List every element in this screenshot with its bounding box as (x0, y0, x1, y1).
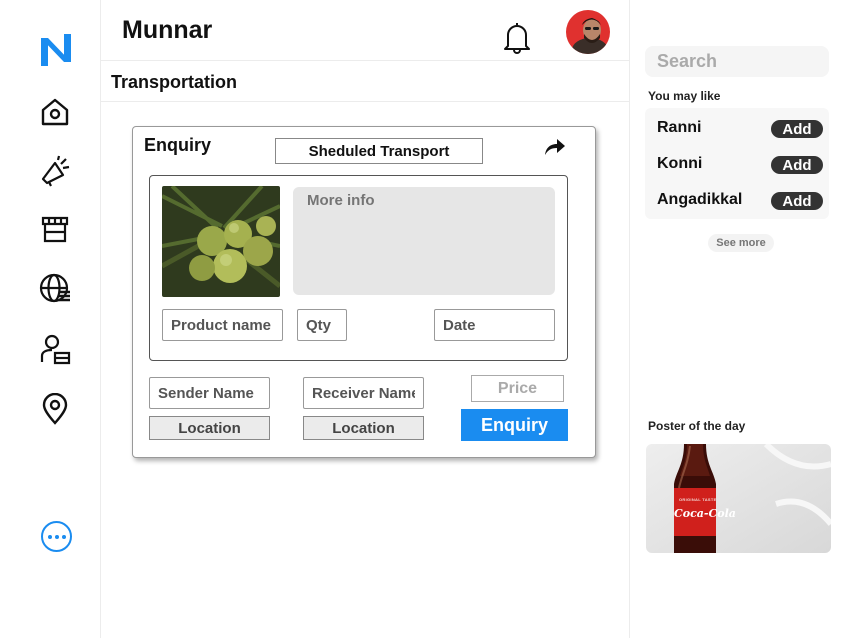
globe-icon[interactable] (38, 271, 72, 305)
suggestion-name[interactable]: Angadikkal (657, 191, 742, 209)
megaphone-icon[interactable] (38, 154, 72, 188)
page-title: Munnar (122, 16, 213, 44)
header: Munnar (101, 0, 630, 61)
enquiry-submit-button[interactable]: Enquiry (461, 409, 568, 441)
sender-name-input[interactable] (149, 377, 270, 409)
suggestions-list: Ranni Add Konni Add Angadikkal Add (645, 108, 829, 219)
scheduled-transport-button[interactable]: Sheduled Transport (275, 138, 483, 164)
sidebar (0, 0, 101, 638)
enquiry-card: Enquiry Sheduled Transport More info Pro… (132, 126, 596, 458)
poster-image[interactable]: ORIGINAL TASTE Coca-Cola (646, 444, 831, 553)
poster-of-the-day-label: Poster of the day (648, 419, 746, 433)
list-item: Ranni Add (657, 119, 823, 139)
home-icon[interactable] (38, 95, 72, 129)
app-logo-icon[interactable] (38, 32, 74, 73)
see-more-button[interactable]: See more (708, 234, 774, 252)
list-item: Konni Add (657, 155, 823, 175)
suggestion-name[interactable]: Konni (657, 155, 702, 173)
you-may-like-label: You may like (648, 89, 721, 103)
right-panel: You may like Ranni Add Konni Add Angadik… (631, 0, 852, 638)
store-icon[interactable] (38, 212, 72, 246)
location-pin-icon[interactable] (38, 392, 72, 426)
main-content: Munnar Transportation Enquiry Sheduled T… (101, 0, 630, 638)
suggestion-name[interactable]: Ranni (657, 119, 701, 137)
section-title: Transportation (111, 72, 238, 92)
list-item: Angadikkal Add (657, 191, 823, 211)
price-input[interactable] (471, 375, 564, 402)
add-button[interactable]: Add (771, 120, 823, 138)
date-input[interactable] (434, 309, 555, 341)
sender-location-button[interactable]: Location (149, 416, 270, 440)
search-input[interactable] (645, 46, 829, 77)
enquiry-card-title: Enquiry (144, 135, 212, 155)
product-name-input[interactable] (162, 309, 283, 341)
receiver-name-input[interactable] (303, 377, 424, 409)
avatar[interactable] (566, 10, 610, 54)
user-icon[interactable] (38, 332, 72, 366)
qty-input[interactable] (297, 309, 347, 341)
share-icon[interactable] (543, 137, 567, 162)
poster-brand-text: Coca-Cola (674, 507, 736, 520)
product-image (162, 186, 280, 297)
more-info-textarea[interactable] (293, 187, 555, 295)
subheader: Transportation (101, 61, 630, 102)
add-button[interactable]: Add (771, 156, 823, 174)
poster-bottle-text: ORIGINAL TASTE (679, 497, 717, 502)
add-button[interactable]: Add (771, 192, 823, 210)
receiver-location-button[interactable]: Location (303, 416, 424, 440)
product-details-box (149, 175, 568, 361)
notification-bell-icon[interactable] (503, 20, 531, 59)
more-options-button[interactable] (41, 521, 72, 552)
